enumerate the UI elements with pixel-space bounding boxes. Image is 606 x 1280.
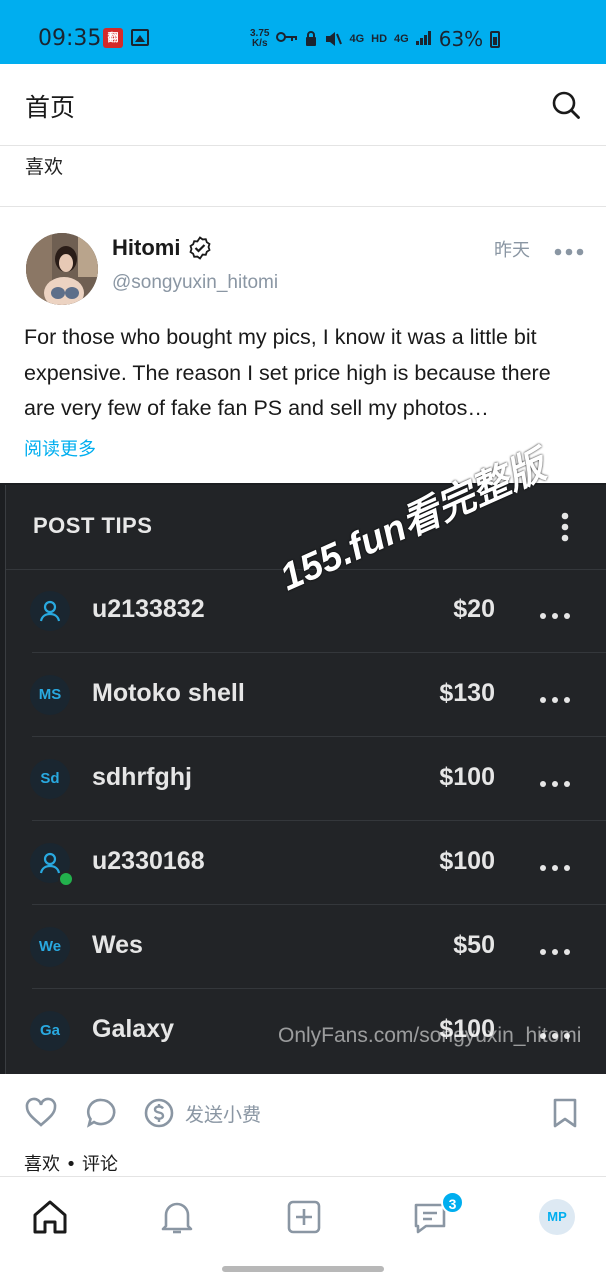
- kebab-menu-icon: [559, 511, 571, 543]
- notifications-bell-icon[interactable]: [157, 1197, 197, 1237]
- tipper-name: Motoko shell: [92, 679, 245, 707]
- signal-bars-icon: [415, 31, 432, 47]
- tip-row: MS Motoko shell $130: [6, 653, 606, 737]
- row-more-icon: [539, 775, 571, 787]
- post-actions: 发送小费 喜欢 • 评论: [0, 1074, 606, 1176]
- row-more-icon: [539, 943, 571, 955]
- messages-count-badge: 3: [441, 1191, 464, 1214]
- author-name[interactable]: Hitomi: [112, 235, 180, 261]
- status-bar: 09:35 翻 3.75 K/s 4G HD 4G 63%: [0, 0, 606, 64]
- page-title: 首页: [25, 93, 76, 122]
- row-more-icon: [539, 859, 571, 871]
- mute-icon: [324, 31, 343, 47]
- tip-dollar-icon[interactable]: [142, 1096, 176, 1130]
- row-more-icon: [539, 607, 571, 619]
- app-notification-icon: 翻: [103, 28, 123, 48]
- net-speed: 3.75 K/s: [250, 28, 270, 49]
- tip-amount: $50: [453, 931, 495, 959]
- bottom-navigation: 3 MP: [0, 1176, 606, 1280]
- user-initials-avatar: MS: [30, 675, 70, 715]
- app-header: 首页: [0, 64, 606, 146]
- author-avatar[interactable]: [26, 233, 98, 305]
- tipper-name: sdhrfghj: [92, 763, 192, 791]
- likes-comments-summary[interactable]: 喜欢 • 评论: [24, 1150, 118, 1176]
- signal-4g-label: 4G: [349, 33, 365, 45]
- tip-amount: $130: [439, 679, 495, 707]
- status-indicators: 3.75 K/s 4G HD 4G 63%: [250, 27, 501, 51]
- signal-4g-label-2: 4G: [394, 33, 409, 45]
- verified-badge-icon: [188, 236, 212, 260]
- tipper-name: u2330168: [92, 847, 205, 875]
- like-heart-icon[interactable]: [24, 1096, 58, 1130]
- divider: [0, 206, 606, 207]
- user-initials-avatar: Sd: [30, 759, 70, 799]
- new-post-plus-icon[interactable]: [284, 1197, 324, 1237]
- tipper-name: u2133832: [92, 595, 205, 623]
- bookmark-icon[interactable]: [548, 1096, 582, 1130]
- tips-title: POST TIPS: [33, 513, 153, 538]
- user-initials-avatar: Ga: [30, 1011, 70, 1051]
- home-icon[interactable]: [30, 1197, 70, 1237]
- user-avatar-icon: [30, 591, 70, 631]
- source-watermark: OnlyFans.com/songyuxin_hitomi: [278, 1024, 582, 1047]
- comment-bubble-icon[interactable]: [84, 1096, 118, 1130]
- likes-section-label: 喜欢: [25, 156, 64, 178]
- row-more-icon: [539, 691, 571, 703]
- gallery-notification-icon: [131, 29, 149, 46]
- tipper-name: Galaxy: [92, 1015, 175, 1043]
- tip-row: u2330168 $100: [6, 821, 606, 905]
- vpn-key-icon: [276, 31, 298, 47]
- lock-icon: [305, 31, 317, 47]
- author-handle[interactable]: @songyuxin_hitomi: [112, 272, 278, 294]
- post-text: For those who bought my pics, I know it …: [24, 325, 551, 420]
- tip-amount: $20: [453, 595, 495, 623]
- home-indicator-bar[interactable]: [222, 1266, 384, 1272]
- send-tip-label[interactable]: 发送小费: [185, 1100, 261, 1127]
- status-time: 09:35: [38, 26, 102, 51]
- battery-icon: [490, 30, 501, 48]
- tip-row: Sd sdhrfghj $100: [6, 737, 606, 821]
- online-status-dot: [58, 871, 74, 887]
- more-options-icon[interactable]: [554, 244, 584, 256]
- read-more-link[interactable]: 阅读更多: [24, 435, 96, 461]
- tip-amount: $100: [439, 847, 495, 875]
- user-initials-avatar: We: [30, 927, 70, 967]
- battery-percent: 63%: [438, 27, 484, 51]
- post-timestamp: 昨天: [494, 240, 530, 261]
- tipper-name: Wes: [92, 931, 143, 959]
- search-icon[interactable]: [550, 89, 582, 121]
- tip-row: We Wes $50: [6, 905, 606, 989]
- profile-avatar[interactable]: MP: [539, 1199, 575, 1235]
- hd-label: HD: [371, 33, 388, 45]
- tip-amount: $100: [439, 763, 495, 791]
